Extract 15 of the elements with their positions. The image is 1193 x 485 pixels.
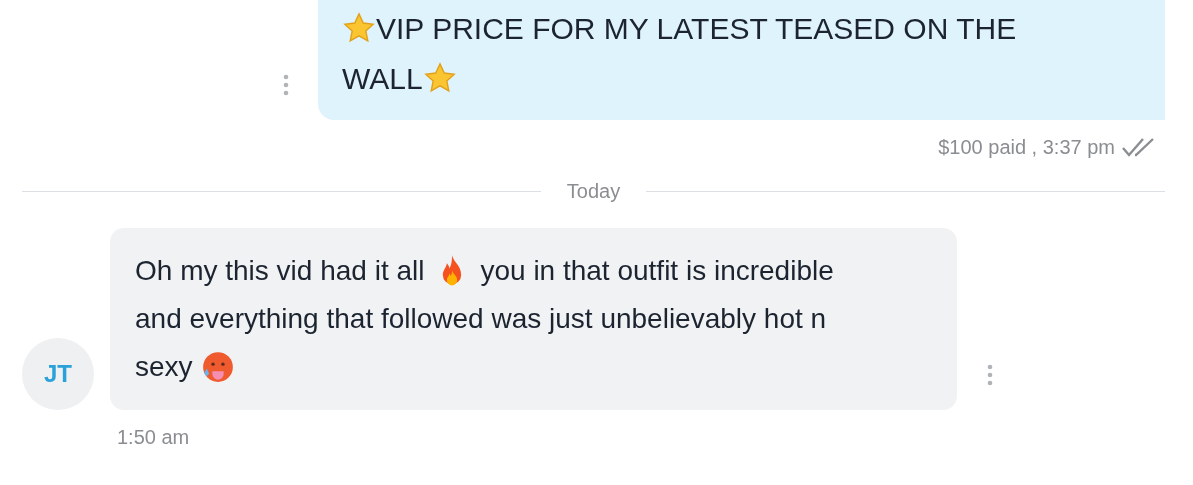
- message-text: VIP PRICE FOR MY LATEST TEASED ON THE: [376, 10, 1017, 47]
- message-text: you in that outfit is incredible: [480, 254, 834, 288]
- message-time: 1:50 am: [116, 425, 191, 450]
- avatar[interactable]: JT: [22, 338, 94, 410]
- message-text: Oh my this vid had it all: [135, 254, 425, 288]
- hot-face-icon: [200, 350, 235, 384]
- message-text: sexy: [135, 350, 193, 384]
- message-meta: $100 paid , 3:37 pm: [938, 135, 1115, 160]
- date-divider: Today: [565, 179, 622, 204]
- message-text: WALL: [342, 60, 423, 97]
- more-options-icon[interactable]: [987, 364, 993, 386]
- message-text: and everything that followed was just unbelievably hot n: [135, 302, 827, 336]
- more-options-icon[interactable]: [283, 74, 289, 96]
- star-icon: [342, 11, 376, 45]
- star-icon: [422, 61, 457, 95]
